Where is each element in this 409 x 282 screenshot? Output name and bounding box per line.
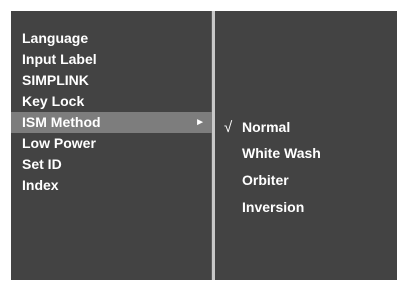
osd-menu-screen: Language Input Label SIMPLINK Key Lock I… [0, 0, 409, 282]
menu-item-label: SIMPLINK [22, 72, 89, 88]
menu-item-label: Key Lock [22, 93, 85, 109]
menu-item-label: Input Label [22, 51, 97, 67]
menu-item-label: Low Power [22, 135, 96, 151]
checkmark-icon: √ [224, 119, 233, 136]
submenu-item-normal[interactable]: √ Normal [215, 117, 397, 138]
menu-item-key-lock[interactable]: Key Lock [11, 91, 212, 112]
submenu-item-white-wash[interactable]: White Wash [215, 143, 397, 164]
menu-item-low-power[interactable]: Low Power [11, 133, 212, 154]
menu-item-label: Language [22, 30, 89, 46]
submenu-item-label: Normal [242, 119, 291, 135]
menu-item-label: ISM Method [22, 114, 101, 130]
submenu-item-orbiter[interactable]: Orbiter [215, 170, 397, 191]
main-menu-panel: Language Input Label SIMPLINK Key Lock I… [11, 11, 212, 280]
submenu-item-label: White Wash [242, 145, 321, 161]
menu-item-simplink[interactable]: SIMPLINK [11, 70, 212, 91]
menu-item-input-label[interactable]: Input Label [11, 49, 212, 70]
menu-item-index[interactable]: Index [11, 175, 212, 196]
menu-item-ism-method[interactable]: ISM Method ► [11, 112, 212, 133]
menu-item-set-id[interactable]: Set ID [11, 154, 212, 175]
menu-item-label: Index [22, 177, 59, 193]
submenu-panel: √ Normal White Wash Orbiter Inversion [215, 11, 397, 280]
menu-item-label: Set ID [22, 156, 62, 172]
submenu-item-inversion[interactable]: Inversion [215, 197, 397, 218]
submenu-item-label: Inversion [242, 199, 305, 215]
submenu-arrow-icon: ► [195, 117, 205, 128]
menu-item-language[interactable]: Language [11, 28, 212, 49]
submenu-item-label: Orbiter [242, 172, 289, 188]
